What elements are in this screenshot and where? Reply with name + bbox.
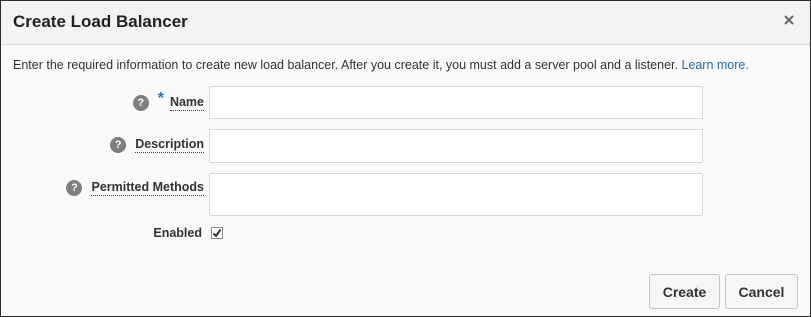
name-label-group: ? * Name (132, 90, 204, 112)
name-row: ? * Name (1, 86, 810, 119)
cancel-button[interactable]: Cancel (725, 274, 798, 309)
dialog-title: Create Load Balancer (13, 12, 188, 31)
description-label: Description (135, 137, 204, 153)
description-input[interactable] (209, 129, 703, 163)
permitted-methods-label: Permitted Methods (91, 180, 204, 196)
help-icon[interactable]: ? (132, 95, 149, 111)
learn-more-link[interactable]: Learn more. (681, 58, 748, 72)
permitted-methods-row: ? Permitted Methods (1, 173, 810, 216)
description-row: ? Description (1, 129, 810, 163)
name-label: Name (169, 95, 204, 111)
enabled-label: Enabled (153, 226, 202, 240)
create-button[interactable]: Create (649, 274, 720, 309)
description-label-group: ? Description (110, 137, 204, 153)
create-load-balancer-dialog: Create Load Balancer Enter the required … (0, 0, 811, 317)
permitted-methods-label-group: ? Permitted Methods (66, 180, 204, 196)
dialog-header: Create Load Balancer (1, 1, 810, 45)
name-input[interactable] (209, 86, 703, 119)
enabled-checkbox[interactable] (211, 227, 223, 239)
intro-description: Enter the required information to create… (13, 58, 682, 72)
intro-text: Enter the required information to create… (13, 58, 749, 72)
permitted-methods-textarea[interactable] (209, 173, 703, 216)
close-icon[interactable] (780, 11, 798, 29)
help-icon[interactable]: ? (110, 137, 127, 153)
checkmark-icon (212, 228, 222, 238)
help-icon[interactable]: ? (66, 180, 83, 196)
required-asterisk: * (157, 90, 164, 107)
